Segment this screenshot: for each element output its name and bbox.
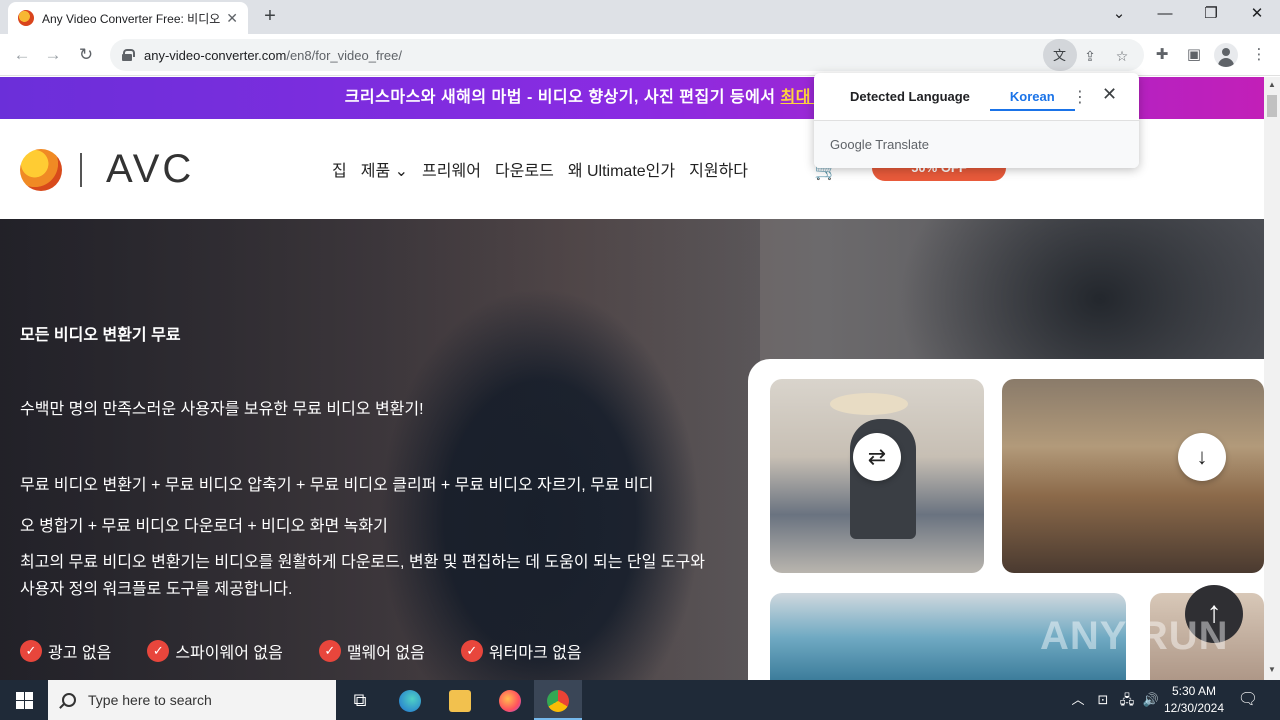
extensions-icon[interactable]: ✚ bbox=[1149, 42, 1175, 68]
scrollbar-thumb[interactable] bbox=[1267, 95, 1277, 117]
url-text[interactable]: any-video-converter.com/en8/for_video_fr… bbox=[144, 48, 402, 63]
nav-products-label: 제품 bbox=[360, 163, 391, 180]
badge-no-watermark: ✓ 워터마크 없음 bbox=[460, 639, 582, 663]
share-icon[interactable]: ⇪ bbox=[1077, 43, 1103, 69]
tray-chevron-icon[interactable]: ︿ bbox=[1068, 680, 1088, 720]
nav-products[interactable]: 제품 ⌄ bbox=[361, 157, 408, 181]
avc-logo-icon[interactable] bbox=[20, 149, 62, 191]
windows-taskbar: Type here to search ⧉ ︿ ⊡ 🖧 🔊 5:30 AM 12… bbox=[0, 680, 1280, 720]
hero-title: 모든 비디오 변환기 무료 bbox=[20, 327, 181, 344]
check-icon: ✓ bbox=[318, 640, 341, 662]
avc-favicon-icon bbox=[18, 10, 34, 26]
tray-device-icon[interactable]: ⊡ bbox=[1092, 680, 1114, 720]
chevron-down-icon: ⌄ bbox=[394, 163, 409, 180]
forward-button[interactable]: → bbox=[40, 42, 66, 68]
google-translate-brand: Google Translate bbox=[830, 137, 930, 152]
page-scrollbar[interactable]: ▲ ▼ bbox=[1264, 77, 1280, 680]
windows-start-icon[interactable] bbox=[0, 680, 48, 720]
volume-icon[interactable]: 🔊 bbox=[1140, 680, 1162, 720]
badge-no-malware: ✓ 맬웨어 없음 bbox=[318, 639, 425, 663]
close-window-button[interactable]: ✕ bbox=[1234, 0, 1280, 30]
nav-why-ultimate[interactable]: 왜 Ultimate인가 bbox=[568, 157, 675, 181]
restore-button[interactable]: ❐ bbox=[1188, 0, 1234, 30]
translate-options-icon[interactable]: ⋮ bbox=[1072, 87, 1088, 107]
hero-tool-list: 무료 비디오 변환기 + 무료 비디오 압축기 + 무료 비디오 클리퍼 + 무… bbox=[20, 465, 710, 547]
hero-subtitle: 수백만 명의 만족스러운 사용자를 보유한 무료 비디오 변환기! bbox=[20, 401, 424, 418]
check-icon: ✓ bbox=[147, 640, 170, 662]
badge-label: 맬웨어 없음 bbox=[346, 645, 425, 662]
file-explorer-icon[interactable] bbox=[436, 680, 484, 720]
translate-close-icon[interactable]: ✕ bbox=[1102, 84, 1117, 105]
badge-no-spyware: ✓ 스파이웨어 없음 bbox=[147, 639, 283, 663]
profile-avatar[interactable] bbox=[1214, 43, 1238, 67]
edge-icon[interactable] bbox=[386, 680, 434, 720]
tab-korean[interactable]: Korean bbox=[989, 85, 1075, 111]
check-icon: ✓ bbox=[20, 640, 42, 662]
firefox-icon[interactable] bbox=[486, 680, 534, 720]
badge-label: 광고 없음 bbox=[48, 645, 112, 662]
scroll-down-icon[interactable]: ▼ bbox=[1267, 665, 1277, 674]
back-button[interactable]: ← bbox=[9, 42, 35, 68]
translate-icon[interactable]: 文 bbox=[1043, 39, 1077, 71]
close-tab-icon[interactable]: ✕ bbox=[226, 10, 238, 27]
clock-time: 5:30 AM bbox=[1171, 684, 1217, 698]
download-arrow-icon[interactable]: ↓ bbox=[1178, 433, 1226, 481]
hero-description: 최고의 무료 비디오 변환기는 비디오를 원활하게 다운로드, 변환 및 편집하… bbox=[20, 554, 705, 598]
tab-title: Any Video Converter Free: 비디오 bbox=[42, 11, 221, 26]
scroll-up-icon[interactable]: ▲ bbox=[1267, 80, 1277, 89]
translate-popup: Detected Language Korean ⋮ ✕ Google Tran… bbox=[814, 73, 1139, 168]
clock-date: 12/30/2024 bbox=[1163, 701, 1225, 715]
reload-button[interactable]: ↻ bbox=[73, 42, 99, 68]
tab-strip: Any Video Converter Free: 비디오 ✕ + ⌄ — ❐ … bbox=[0, 0, 1280, 34]
side-panel-icon[interactable]: ▣ bbox=[1181, 42, 1207, 68]
anyrun-watermark: ANY RUN bbox=[1040, 614, 1229, 658]
network-icon[interactable]: 🖧 bbox=[1116, 680, 1138, 720]
feature-badges: ✓ 광고 없음 ✓ 스파이웨어 없음 ✓ 맬웨어 없음 ✓ 워터마크 없음 bbox=[20, 639, 618, 663]
chrome-icon[interactable] bbox=[534, 680, 582, 720]
notifications-icon[interactable]: 🗨 bbox=[1236, 680, 1260, 720]
taskbar-search[interactable]: Type here to search bbox=[48, 680, 336, 720]
city-street-photo bbox=[1002, 379, 1264, 573]
minimize-button[interactable]: — bbox=[1142, 0, 1188, 30]
hero-tool-list-line-2: 오 병합기 + 무료 비디오 다운로더 + 비디오 화면 녹화기 bbox=[20, 518, 388, 535]
url-host: any-video-converter.com bbox=[144, 47, 287, 63]
tab-detected-language[interactable]: Detected Language bbox=[830, 85, 990, 111]
bookmark-star-icon[interactable]: ☆ bbox=[1109, 43, 1135, 69]
browser-tab[interactable]: Any Video Converter Free: 비디오 ✕ bbox=[8, 2, 248, 34]
badge-label: 워터마크 없음 bbox=[488, 645, 582, 662]
lock-icon bbox=[122, 49, 135, 61]
badge-label: 스파이웨어 없음 bbox=[175, 645, 283, 662]
translate-language-tabs: Detected Language Korean bbox=[830, 85, 1075, 111]
nav-support[interactable]: 지원하다 bbox=[689, 157, 748, 181]
new-tab-button[interactable]: + bbox=[258, 5, 282, 29]
hero-tool-list-line-1: 무료 비디오 변환기 + 무료 비디오 압축기 + 무료 비디오 클리퍼 + 무… bbox=[20, 477, 654, 494]
hero-overlay bbox=[0, 219, 760, 680]
menu-kebab-icon[interactable]: ⋮ bbox=[1246, 42, 1272, 68]
tab-search-icon[interactable]: ⌄ bbox=[1096, 0, 1142, 30]
address-bar[interactable]: any-video-converter.com/en8/for_video_fr… bbox=[110, 39, 1144, 71]
nav-download[interactable]: 다운로드 bbox=[495, 157, 554, 181]
taskbar-search-placeholder: Type here to search bbox=[88, 692, 212, 708]
task-view-icon[interactable]: ⧉ bbox=[336, 680, 384, 720]
logo-text[interactable]: AVC bbox=[106, 147, 194, 192]
promo-text: 크리스마스와 새해의 마법 - 비디오 향상기, 사진 편집기 등에서 bbox=[344, 89, 781, 106]
taskbar-clock[interactable]: 5:30 AM 12/30/2024 bbox=[1160, 683, 1228, 717]
logo-divider bbox=[80, 153, 82, 187]
browser-toolbar: ← → ↻ any-video-converter.com/en8/for_vi… bbox=[0, 34, 1280, 76]
main-nav: 집 제품 ⌄ 프리웨어 다운로드 왜 Ultimate인가 지원하다 bbox=[332, 157, 748, 181]
nav-home[interactable]: 집 bbox=[332, 157, 347, 181]
nav-freeware[interactable]: 프리웨어 bbox=[422, 157, 481, 181]
search-icon bbox=[62, 693, 76, 707]
convert-swap-icon[interactable]: ⇄ bbox=[853, 433, 901, 481]
hero-section: 모든 비디오 변환기 무료 수백만 명의 만족스러운 사용자를 보유한 무료 비… bbox=[0, 219, 1264, 680]
translate-footer: Google Translate bbox=[814, 120, 1139, 168]
check-icon: ✓ bbox=[460, 640, 483, 662]
url-path: /en8/for_video_free/ bbox=[286, 47, 402, 63]
badge-no-ads: ✓ 광고 없음 bbox=[20, 639, 111, 663]
